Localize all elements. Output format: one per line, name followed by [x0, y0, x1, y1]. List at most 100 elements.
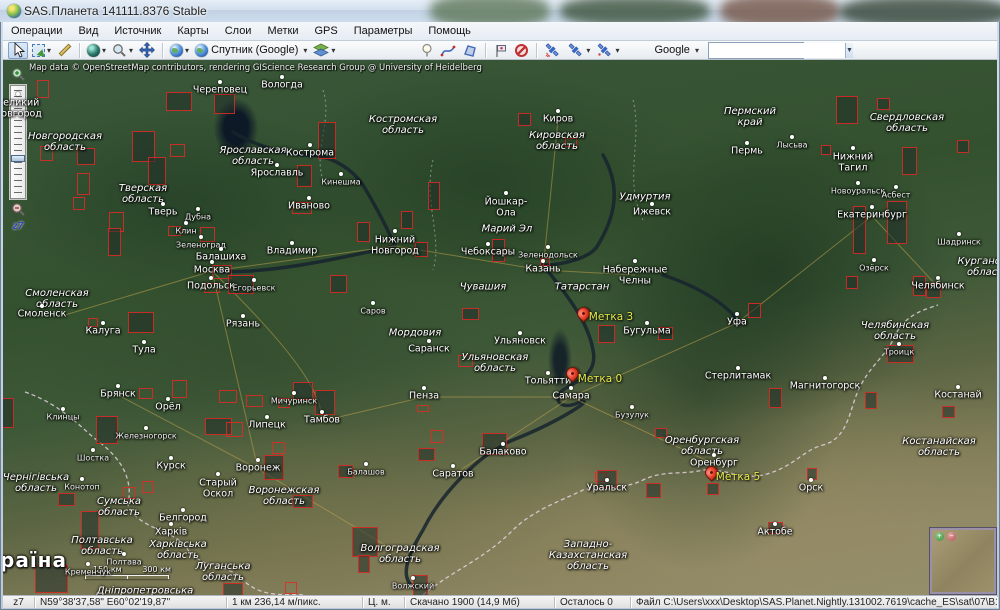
satellite-icon: [544, 42, 561, 58]
map-label: Кировская область: [529, 130, 585, 152]
map-label: Бугульма: [623, 327, 670, 338]
map-label: Клинцы: [47, 414, 80, 423]
map-source-button[interactable]: ▾: [168, 42, 191, 59]
tile-grid-rect: [77, 148, 95, 165]
city-dot: [790, 135, 794, 139]
map-label: Луганська область: [196, 561, 251, 583]
minimap[interactable]: + −: [930, 528, 996, 594]
map-type-button[interactable]: Спутник (Google) ▾: [193, 42, 309, 59]
placemark-manager-button[interactable]: [491, 42, 510, 59]
map-label: Свердловская область: [870, 112, 944, 134]
add-path-button[interactable]: [438, 42, 458, 59]
minimap-zoom-in-button[interactable]: +: [935, 532, 944, 541]
tile-grid-rect: [108, 228, 121, 256]
zoom-in-icon: [11, 67, 26, 82]
tile-grid-rect: [597, 470, 617, 488]
zoom-slider-thumb[interactable]: [11, 155, 25, 162]
city-dot: [630, 405, 634, 409]
city-dot: [252, 278, 256, 282]
city-dot: [605, 478, 609, 482]
title-bar[interactable]: SAS.Планета 141111.8376 Stable: [0, 0, 1000, 22]
search-dropdown-button[interactable]: ▼: [845, 43, 853, 58]
map-label: Нижний Тагил: [833, 152, 873, 173]
map-label: Калуга: [85, 327, 120, 338]
menu-maps[interactable]: Карты: [169, 23, 216, 39]
menu-settings[interactable]: Параметры: [346, 23, 421, 39]
city-dot: [280, 75, 284, 79]
zoom-level-label[interactable]: z7: [13, 221, 24, 232]
city-dot: [504, 191, 508, 195]
tile-grid-rect: [357, 222, 370, 242]
polygon-icon: [462, 43, 478, 58]
map-label: Москва: [194, 266, 230, 277]
map-label: Челябинск: [911, 282, 964, 293]
menu-layers[interactable]: Слои: [217, 23, 260, 39]
map-label: Уральск: [587, 484, 627, 495]
add-polygon-button[interactable]: [460, 42, 480, 59]
map-label: Чернігівська область: [3, 472, 69, 494]
menu-source[interactable]: Источник: [106, 23, 169, 39]
city-dot: [364, 462, 368, 466]
tile-grid-rect: [88, 318, 98, 327]
zoom-slider[interactable]: [10, 85, 26, 199]
city-dot: [256, 458, 260, 462]
zoom-tool-button[interactable]: ▾: [110, 42, 135, 59]
menu-operations[interactable]: Операции: [3, 23, 70, 39]
map-label: Брянск: [100, 390, 135, 401]
scale-bar-line: [85, 575, 169, 579]
app-window: SAS.Планета 141111.8376 Stable Операции …: [0, 0, 1000, 610]
menu-help[interactable]: Помощь: [420, 23, 479, 39]
glass-reflection: [560, 0, 710, 22]
scale-bar: 150 км 300 км: [85, 566, 169, 580]
map-label: Воронеж: [236, 464, 281, 475]
tile-grid-rect: [58, 493, 75, 506]
menu-placemarks[interactable]: Метки: [259, 23, 306, 39]
gps-track-button[interactable]: ▾: [565, 42, 592, 59]
city-dot: [501, 442, 505, 446]
city-dot: [265, 415, 269, 419]
tile-grid-rect: [166, 92, 192, 111]
tile-grid-rect: [170, 144, 185, 157]
city-dot: [870, 205, 874, 209]
map-label: Актобе: [757, 528, 792, 539]
tile-grid-rect: [401, 211, 413, 229]
map-label: Саранск: [408, 345, 449, 356]
layers-button[interactable]: ▾: [311, 42, 337, 59]
pan-tool-button[interactable]: [137, 42, 157, 59]
scale-bar-end-label: 300 км: [142, 565, 171, 574]
map-label: Кинешма: [321, 179, 360, 188]
minimap-zoom-out-button[interactable]: −: [947, 532, 956, 541]
menu-gps[interactable]: GPS: [307, 23, 346, 39]
satellite-map-icon: [195, 44, 208, 57]
selection-tool-button[interactable]: ▾: [30, 42, 53, 59]
zoom-in-button[interactable]: [10, 66, 27, 83]
menu-view[interactable]: Вид: [70, 23, 106, 39]
add-placemark-button[interactable]: [417, 42, 436, 59]
fullmap-button[interactable]: ▾: [85, 42, 108, 59]
map-label: Ярославль: [251, 169, 304, 180]
map-viewport[interactable]: Map data © OpenStreetMap contributors, r…: [3, 60, 997, 595]
hide-marks-button[interactable]: [512, 42, 531, 59]
tile-grid-rect: [285, 582, 297, 594]
tile-grid-rect: [37, 80, 49, 98]
map-label: Конотоп: [64, 484, 99, 493]
map-label: Дубна: [185, 214, 211, 223]
map-label: Тамбов: [304, 416, 340, 427]
zoom-out-button[interactable]: [10, 201, 27, 218]
gps-options-button[interactable]: ▾: [594, 42, 621, 59]
city-dot: [773, 522, 777, 526]
cursor-tool-button[interactable]: [8, 42, 28, 59]
tile-grid-rect: [748, 303, 761, 318]
city-dot: [184, 221, 188, 225]
map-label: Марий Эл: [482, 223, 533, 234]
search-provider-button[interactable]: Google ▾: [649, 42, 701, 59]
selection-icon: [32, 44, 45, 57]
city-dot: [735, 312, 739, 316]
tile-grid-rect: [109, 212, 124, 232]
search-input[interactable]: [709, 43, 845, 58]
search-combobox[interactable]: ▼: [708, 42, 804, 59]
measure-tool-button[interactable]: [55, 42, 74, 59]
tile-grid-rect: [707, 483, 719, 495]
gps-connect-button[interactable]: [542, 42, 563, 59]
region-border-lines: [320, 90, 643, 270]
